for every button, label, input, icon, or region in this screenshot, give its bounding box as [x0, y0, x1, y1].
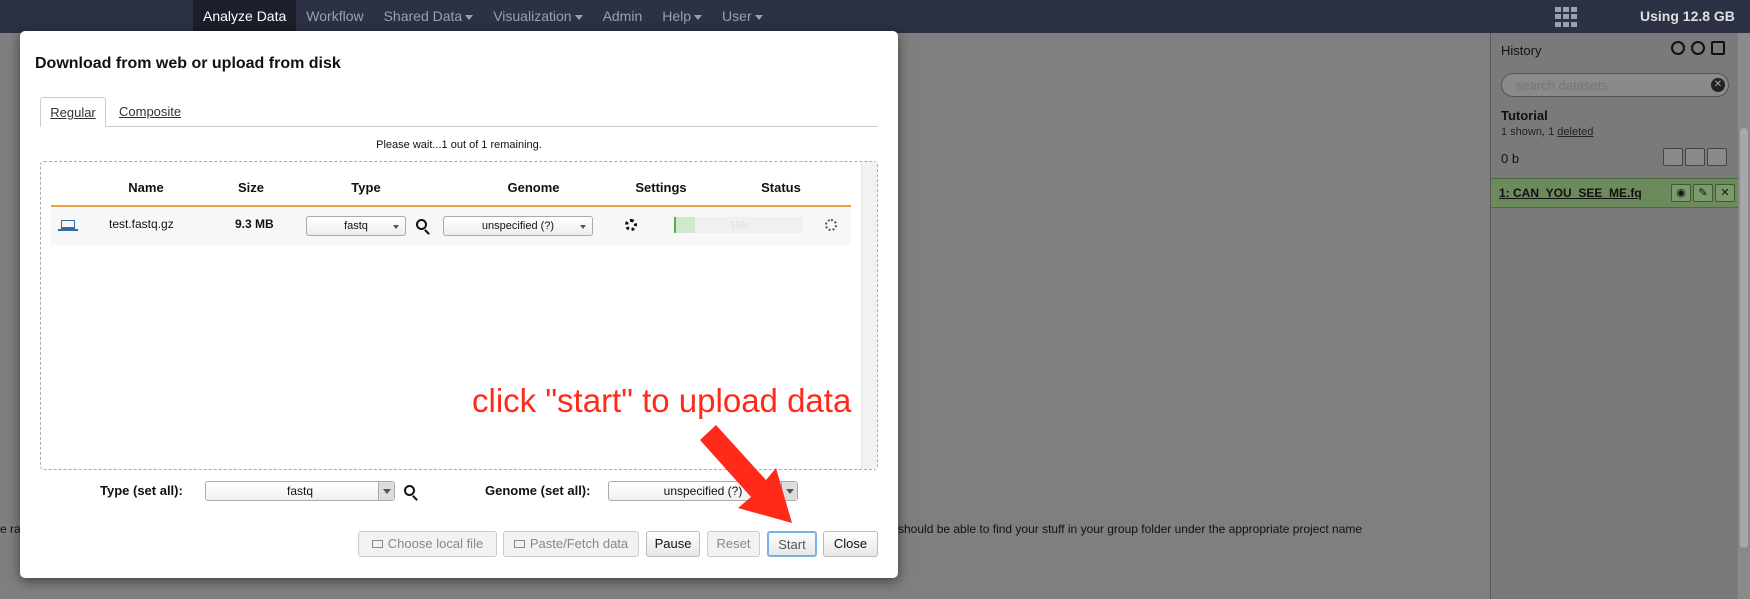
nav-shared-data[interactable]: Shared Data: [374, 0, 484, 33]
refresh-icon[interactable]: [1671, 41, 1685, 55]
row-genome-select[interactable]: unspecified (?): [443, 216, 593, 236]
file-size: 9.3 MB: [235, 217, 274, 231]
history-count: 1 shown, 1 deleted: [1501, 126, 1594, 138]
gear-icon[interactable]: [1691, 41, 1705, 55]
nav-analyze-data[interactable]: Analyze Data: [193, 0, 297, 33]
row-type-select[interactable]: fastq: [306, 216, 406, 236]
col-genome: Genome: [507, 180, 560, 195]
search-datasets-input[interactable]: [1501, 73, 1729, 97]
scrollbar-thumb[interactable]: [1740, 128, 1748, 548]
dataset-item[interactable]: 1: CAN_YOU_SEE_ME.fq ◉ ✎ ✕: [1491, 178, 1750, 208]
choose-local-file-button[interactable]: Choose local file: [358, 531, 497, 557]
col-name: Name: [128, 180, 164, 195]
laptop-icon: [58, 220, 78, 231]
chevron-down-icon: [580, 225, 586, 229]
upload-status-message: Please wait...1 out of 1 remaining.: [376, 139, 542, 151]
tab-composite[interactable]: Composite: [119, 97, 181, 127]
delete-icon[interactable]: ✕: [1715, 184, 1735, 202]
nav-help[interactable]: Help: [652, 0, 712, 33]
type-set-all-select[interactable]: fastq: [205, 481, 395, 501]
col-status: Status: [761, 180, 801, 195]
chevron-down-icon: [378, 482, 394, 500]
col-size: Size: [237, 180, 264, 195]
nav-workflow[interactable]: Workflow: [296, 0, 373, 33]
table-row: test.fastq.gz 9.3 MB fastq unspecified (…: [51, 207, 851, 245]
search-icon[interactable]: [416, 219, 427, 230]
col-settings: Settings: [635, 180, 687, 195]
genome-set-all-label: Genome (set all):: [485, 483, 591, 498]
pencil-icon[interactable]: ✎: [1693, 184, 1713, 202]
history-panel: History ✕ Tutorial 1 shown, 1 deleted 0 …: [1490, 33, 1750, 599]
close-button[interactable]: Close: [823, 531, 878, 557]
dataset-title[interactable]: 1: CAN_YOU_SEE_ME.fq: [1499, 186, 1642, 200]
caret-down-icon: [694, 14, 703, 20]
caret-down-icon: [574, 14, 583, 20]
file-name: test.fastq.gz: [109, 217, 174, 231]
search-icon[interactable]: [404, 485, 415, 496]
grid-icon[interactable]: [1555, 7, 1577, 27]
quota-usage: Using 12.8 GB: [1640, 8, 1735, 24]
history-title: History: [1501, 43, 1542, 58]
chevron-down-icon: [781, 482, 797, 500]
dataset-actions: ◉ ✎ ✕: [1671, 184, 1735, 202]
start-button[interactable]: Start: [767, 531, 817, 557]
eye-icon[interactable]: ◉: [1671, 184, 1691, 202]
history-options: [1671, 41, 1725, 55]
chevron-down-icon: [393, 225, 399, 229]
nav-visualization[interactable]: Visualization: [483, 0, 592, 33]
nav-user[interactable]: User: [712, 0, 773, 33]
upload-tabs: Regular Composite: [40, 97, 878, 127]
page-scrollbar[interactable]: [1738, 33, 1750, 599]
clear-search-icon[interactable]: ✕: [1711, 78, 1725, 92]
deleted-link[interactable]: deleted: [1557, 126, 1593, 138]
genome-set-all-select[interactable]: unspecified (?): [608, 481, 798, 501]
history-name[interactable]: Tutorial: [1501, 108, 1548, 123]
edit-icon: [513, 540, 525, 548]
tutorial-annotation: click "start" to upload data: [472, 382, 852, 419]
type-set-all-label: Type (set all):: [100, 483, 183, 498]
background-text-right: should be able to find your stuff in you…: [898, 522, 1363, 536]
masthead: Analyze Data Workflow Shared Data Visual…: [0, 0, 1750, 33]
upload-dialog: Download from web or upload from disk Re…: [20, 31, 898, 578]
main-nav: Analyze Data Workflow Shared Data Visual…: [193, 0, 773, 33]
comment-icon[interactable]: [1707, 148, 1727, 166]
pause-button[interactable]: Pause: [646, 531, 700, 557]
upload-progress-bar: 15%: [674, 217, 803, 233]
paste-fetch-button[interactable]: Paste/Fetch data: [503, 531, 639, 557]
dialog-title: Download from web or upload from disk: [35, 55, 341, 72]
dropzone-scrollbar[interactable]: [861, 162, 877, 469]
reset-button[interactable]: Reset: [707, 531, 760, 557]
col-type: Type: [351, 180, 381, 195]
caret-down-icon: [465, 14, 474, 20]
spinner-icon: [825, 219, 837, 231]
history-size: 0 b: [1501, 151, 1520, 166]
columns-icon[interactable]: [1711, 41, 1725, 55]
upload-dropzone[interactable]: Name Size Type Genome Settings Status te…: [40, 161, 878, 470]
nav-admin[interactable]: Admin: [593, 0, 653, 33]
caret-down-icon: [754, 14, 763, 20]
select-items-icon[interactable]: [1663, 148, 1683, 166]
tab-regular[interactable]: Regular: [40, 97, 106, 127]
history-action-buttons: [1663, 148, 1727, 166]
gear-icon[interactable]: [625, 219, 637, 231]
tags-icon[interactable]: [1685, 148, 1705, 166]
laptop-icon: [371, 540, 383, 548]
